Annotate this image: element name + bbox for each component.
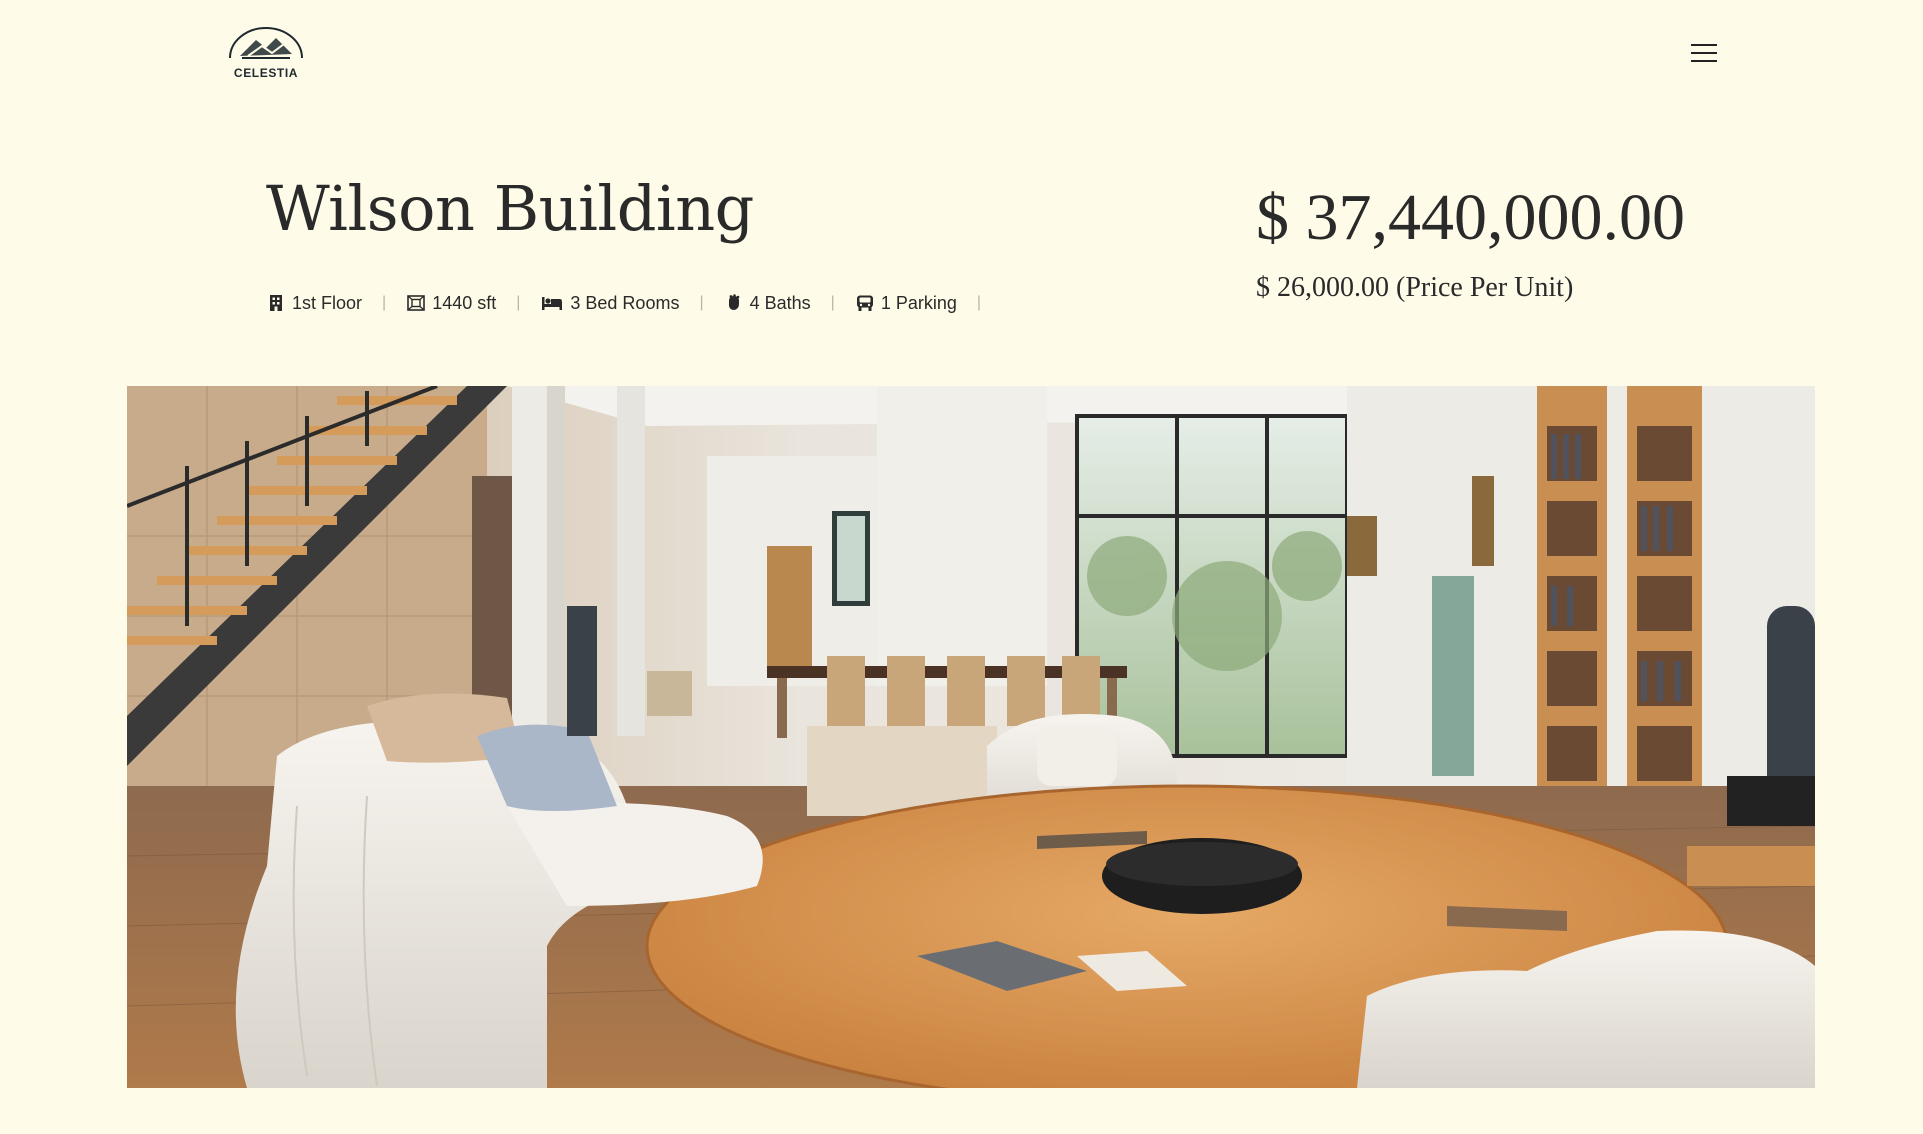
building-icon [266,293,286,313]
house-roof-logo-icon [229,27,303,59]
property-photo [127,386,1815,1088]
feature-label: 3 Bed Rooms [570,292,680,313]
property-price: $ 37,440,000.00 [1256,181,1685,254]
feature-separator: | [699,294,704,311]
feature-separator: | [382,294,387,311]
bed-icon [540,293,564,313]
property-page: CELESTIA Wilson Building $ 37,440,000.00… [0,0,1923,1134]
brand-logo[interactable]: CELESTIA [226,20,306,82]
area-icon [406,293,426,313]
feature-parking: 1 Parking [855,293,957,314]
bath-icon [724,293,744,313]
feature-label: 1 Parking [880,292,957,313]
property-title: Wilson Building [266,172,754,245]
feature-separator: | [976,294,982,311]
unit-price: $ 26,000.00 (Price Per Unit) [1256,272,1574,303]
brand-name: CELESTIA [233,66,299,80]
feature-baths: 4 Baths [724,293,811,314]
property-features: 1st Floor | 1440 sft | 3 Bed Rooms | 4 B… [266,290,1001,316]
menu-line [1691,52,1717,54]
feature-area: 1440 sft [406,293,496,314]
feature-label: 1440 sft [432,292,497,313]
feature-separator: | [516,294,521,311]
menu-line [1691,44,1717,46]
feature-label: 1st Floor [292,292,363,313]
menu-line [1691,60,1717,62]
feature-bedrooms: 3 Bed Rooms [540,293,679,314]
car-icon [855,293,875,313]
hamburger-menu-icon[interactable] [1690,42,1718,64]
feature-separator: | [830,294,835,311]
feature-label: 4 Baths [749,292,811,313]
feature-floor: 1st Floor [266,293,362,314]
